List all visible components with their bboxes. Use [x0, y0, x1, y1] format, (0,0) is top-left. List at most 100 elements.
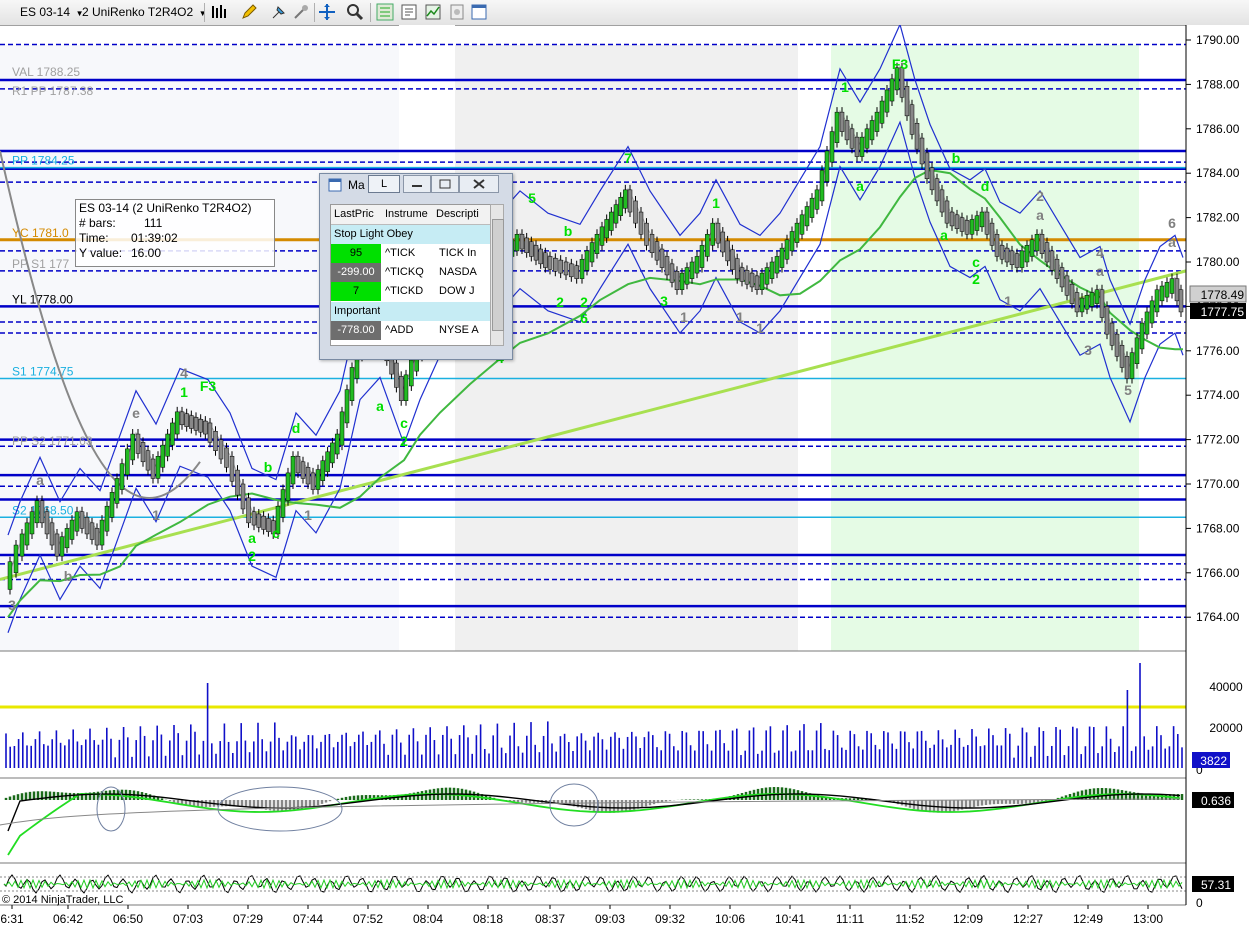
renko-bar — [764, 267, 770, 285]
column-header[interactable]: Instrume — [385, 205, 433, 224]
restore-button[interactable] — [431, 175, 459, 193]
close-icon — [473, 179, 485, 189]
renko-bar — [174, 411, 180, 435]
table-row[interactable]: 7 ^TICKD DOW J — [331, 282, 490, 301]
renko-bar — [989, 222, 995, 246]
level-label: PP S2 1771.63 — [12, 434, 93, 448]
grid-header: LastPric Instrume Descripti — [331, 205, 490, 225]
properties-icon[interactable] — [400, 3, 418, 21]
price-tick-label: 1780.00 — [1196, 255, 1240, 269]
renko-bar — [1039, 234, 1045, 254]
renko-bar — [744, 270, 750, 285]
column-header[interactable]: Descripti — [436, 205, 486, 224]
minimize-button[interactable] — [403, 175, 431, 193]
renko-bar — [334, 433, 340, 455]
renko-bar — [266, 518, 271, 532]
tooltip-label: Y value: — [79, 246, 123, 260]
renko-bar — [684, 267, 690, 285]
renko-bar — [694, 256, 700, 274]
renko-bar — [874, 111, 880, 132]
renko-bar — [29, 511, 35, 535]
renko-bar — [69, 519, 75, 540]
renko-bar — [949, 211, 955, 227]
renko-bar — [1014, 253, 1020, 268]
wave-label: 3 — [660, 293, 668, 309]
renko-bar — [899, 67, 905, 98]
brush-icon[interactable] — [292, 3, 310, 21]
wave-label: 3 — [1084, 342, 1092, 358]
scrollbar-thumb[interactable] — [492, 219, 504, 331]
wave-label: 1 — [841, 79, 849, 95]
renko-bar — [1119, 345, 1125, 368]
renko-bar — [784, 239, 790, 260]
window-icon[interactable] — [470, 3, 488, 21]
table-row[interactable]: 95 ^TICK TICK In — [331, 244, 490, 263]
renko-bar — [1029, 239, 1035, 257]
renko-bar — [804, 206, 810, 227]
renko-bar — [644, 222, 649, 246]
close-button[interactable] — [459, 175, 499, 193]
table-row[interactable]: -778.00 ^ADD NYSE A — [331, 321, 490, 340]
group-header[interactable]: Stop Light Obey — [331, 225, 490, 244]
wave-label: 1 — [152, 507, 160, 523]
renko-bar — [13, 544, 19, 574]
chart-type-selector[interactable]: 2 UniRenko T2R4O2 ▼ — [82, 5, 207, 19]
crosshair-icon[interactable] — [318, 3, 336, 21]
renko-bar — [710, 222, 715, 246]
time-label: 11:11 — [836, 912, 865, 926]
window-titlebar[interactable]: Ma L — [320, 174, 512, 196]
renko-bar — [569, 263, 574, 278]
renko-bar — [1174, 278, 1180, 302]
renko-bar — [325, 451, 330, 473]
price-chart[interactable]: VAL 1788.25R1 PP 1787.38PP 1784.25YC 178… — [0, 25, 1249, 929]
column-header[interactable]: LastPric — [334, 205, 382, 224]
renko-bar — [579, 258, 585, 279]
renko-bar — [543, 252, 548, 268]
time-label: 06:42 — [53, 912, 83, 926]
renko-bar — [1139, 322, 1145, 350]
table-row[interactable]: -299.00 ^TICKQ NASDA — [331, 263, 490, 282]
price-tick-label: 1764.00 — [1196, 610, 1240, 624]
zoom-icon[interactable] — [346, 3, 364, 21]
renko-bar — [979, 211, 985, 228]
pin-icon[interactable] — [270, 3, 288, 21]
renko-bar — [914, 123, 920, 150]
time-label: 6:31 — [0, 912, 24, 926]
renko-bar — [1159, 285, 1165, 302]
volume-tick: 40000 — [1209, 680, 1243, 694]
renko-bar — [844, 120, 850, 141]
time-label: 12:49 — [1073, 912, 1103, 926]
template-icon[interactable] — [448, 3, 466, 21]
time-label: 11:52 — [895, 912, 924, 926]
time-label: 07:29 — [233, 912, 263, 926]
wave-label: 5 — [1124, 382, 1132, 398]
renko-bar — [854, 136, 860, 157]
renko-bar — [974, 215, 980, 231]
analyzer-grid[interactable]: LastPric Instrume Descripti Stop Light O… — [330, 204, 491, 346]
renko-bar — [720, 231, 726, 253]
minimize-icon — [412, 185, 422, 187]
chart-trader-icon[interactable] — [424, 3, 442, 21]
renko-bar — [749, 272, 755, 288]
bar-type-icon[interactable] — [210, 3, 228, 21]
wave-label: 1 — [680, 309, 688, 325]
volume-badge-text: 3822 — [1200, 754, 1227, 768]
pencil-icon[interactable] — [240, 3, 258, 21]
market-analyzer-window[interactable]: Ma L LastPric Instrume Descripti Stop Li… — [319, 173, 513, 360]
renko-bar — [725, 240, 730, 262]
renko-bar — [290, 456, 296, 485]
level-label: R1 PP 1787.38 — [12, 84, 94, 98]
link-button[interactable]: L — [368, 175, 400, 193]
data-box-icon[interactable] — [376, 3, 394, 21]
group-header[interactable]: Important — [331, 302, 490, 321]
renko-bar — [240, 483, 246, 510]
vertical-scrollbar[interactable] — [490, 204, 504, 346]
wave-label: 2 — [580, 294, 588, 310]
tooltip-label: # bars: — [79, 216, 116, 230]
renko-bar — [184, 413, 189, 427]
instrument-selector[interactable]: ES 03-14 ▼ — [20, 5, 84, 19]
renko-bar — [1054, 258, 1060, 279]
copyright-text: © 2014 NinjaTrader, LLC — [2, 894, 123, 906]
renko-bar — [954, 214, 960, 229]
group-label: Important — [334, 305, 381, 317]
